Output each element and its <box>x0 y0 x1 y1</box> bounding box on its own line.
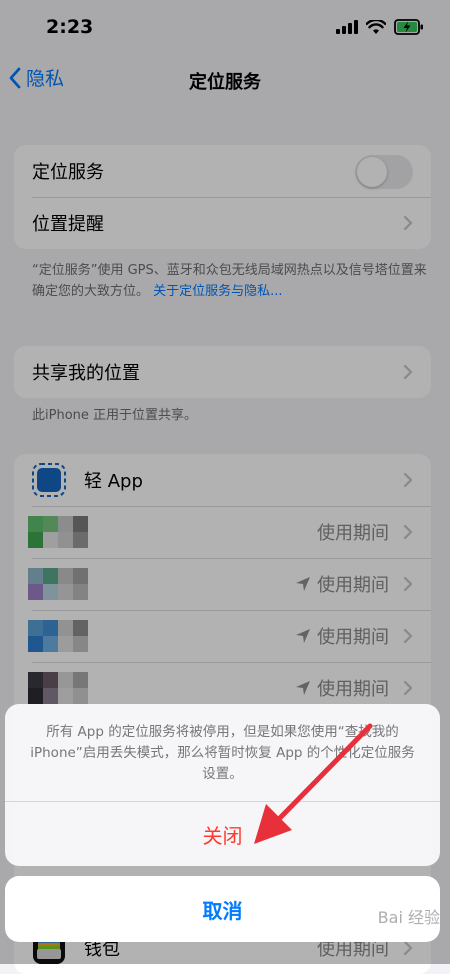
watermark: Bai 经验 <box>377 908 440 927</box>
cancel-button[interactable]: 取消 <box>5 876 440 942</box>
action-sheet-message: 所有 App 的定位服务将被停用，但是如果您使用“查找我的 iPhone”启用丢… <box>30 724 415 782</box>
turn-off-button[interactable]: 关闭 <box>5 801 440 866</box>
action-sheet: 所有 App 的定位服务将被停用，但是如果您使用“查找我的 iPhone”启用丢… <box>5 704 440 866</box>
